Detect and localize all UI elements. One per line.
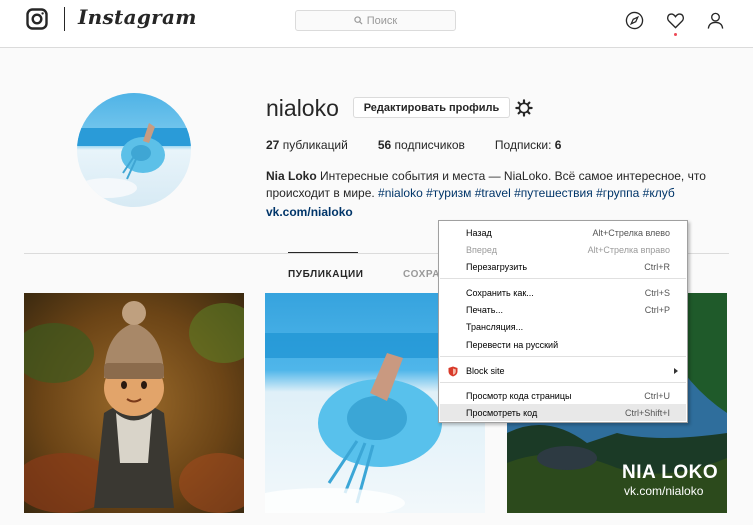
- gear-icon[interactable]: [515, 99, 533, 117]
- hashtag-link[interactable]: #nialoko: [378, 186, 423, 200]
- following-count: 6: [554, 138, 562, 152]
- menu-item-block-site[interactable]: Block site: [440, 362, 686, 379]
- profile-username: nialoko: [266, 95, 339, 121]
- hashtag-link[interactable]: #туризм: [426, 186, 471, 200]
- menu-item-shortcut: Ctrl+S: [644, 287, 670, 298]
- menu-item-save-as[interactable]: Сохранить как... Ctrl+S: [440, 284, 686, 301]
- tab-active-indicator: [288, 252, 358, 253]
- followers-stat[interactable]: 56 подписчиков: [378, 138, 465, 152]
- menu-item-back[interactable]: Назад Alt+Стрелка влево: [440, 224, 686, 241]
- menu-item-shortcut: Ctrl+P: [644, 304, 670, 315]
- notification-dot: [674, 33, 677, 36]
- search-placeholder: Поиск: [366, 14, 398, 27]
- heart-icon[interactable]: [666, 11, 685, 30]
- hashtag-link[interactable]: #клуб: [643, 186, 675, 200]
- posts-label: публикаций: [282, 138, 348, 152]
- menu-item-cast[interactable]: Трансляция...: [440, 318, 686, 335]
- menu-item-label: Назад: [466, 227, 492, 238]
- menu-item-view-source[interactable]: Просмотр кода страницы Ctrl+U: [440, 387, 686, 404]
- menu-separator: [440, 356, 686, 357]
- menu-item-label: Печать...: [466, 304, 503, 315]
- followers-label: подписчиков: [394, 138, 465, 152]
- hashtag-link[interactable]: #группа: [596, 186, 639, 200]
- menu-item-shortcut: Ctrl+U: [644, 390, 670, 401]
- menu-item-inspect[interactable]: Просмотреть код Ctrl+Shift+I: [440, 404, 686, 421]
- menu-separator: [440, 382, 686, 383]
- instagram-logo-icon[interactable]: [26, 8, 48, 30]
- post-thumbnail-doll[interactable]: [24, 293, 244, 513]
- post-overlay-subtitle: vk.com/nialoko: [624, 484, 704, 498]
- menu-item-translate[interactable]: Перевести на русский: [440, 336, 686, 353]
- menu-item-label: Перевести на русский: [466, 339, 559, 350]
- following-stat[interactable]: Подписки: 6: [495, 138, 562, 152]
- shield-icon: [448, 366, 458, 377]
- user-icon[interactable]: [706, 11, 725, 30]
- followers-count: 56: [377, 138, 392, 152]
- menu-item-label: Block site: [466, 365, 505, 376]
- menu-item-shortcut: Ctrl+Shift+I: [624, 407, 670, 418]
- menu-item-shortcut: Ctrl+R: [644, 261, 670, 272]
- menu-item-label: Сохранить как...: [466, 287, 534, 298]
- menu-separator: [440, 278, 686, 279]
- bio-name: Nia Loko: [266, 169, 317, 183]
- hashtag-link[interactable]: #travel: [475, 186, 511, 200]
- menu-item-reload[interactable]: Перезагрузить Ctrl+R: [440, 258, 686, 275]
- following-label: Подписки:: [494, 138, 552, 152]
- menu-item-label: Вперед: [466, 244, 497, 255]
- compass-icon[interactable]: [625, 11, 644, 30]
- posts-count: 27: [266, 138, 280, 152]
- profile-stats: 27 публикаций 56 подписчиков Подписки: 6: [266, 138, 591, 152]
- menu-item-forward: Вперед Alt+Стрелка вправо: [440, 241, 686, 258]
- avatar[interactable]: [77, 93, 191, 207]
- doll-photo: [24, 293, 244, 513]
- profile-bio: Nia Loko Интересные события и места — Ni…: [266, 168, 706, 202]
- context-menu: Назад Alt+Стрелка влево Вперед Alt+Стрел…: [438, 220, 688, 423]
- menu-item-label: Просмотреть код: [466, 407, 538, 418]
- bio-website-link[interactable]: vk.com/nialoko: [266, 205, 353, 219]
- search-icon: [354, 16, 363, 25]
- instagram-wordmark[interactable]: Instagram: [78, 5, 197, 29]
- top-nav: Instagram Поиск: [0, 0, 753, 48]
- menu-item-label: Перезагрузить: [466, 261, 528, 272]
- search-input[interactable]: Поиск: [295, 10, 456, 31]
- hashtag-link[interactable]: #путешествия: [514, 186, 593, 200]
- menu-item-label: Трансляция...: [466, 321, 524, 332]
- tab-saved[interactable]: СОХРА: [403, 269, 440, 280]
- tab-posts[interactable]: ПУБЛИКАЦИИ: [288, 269, 364, 280]
- menu-item-shortcut: Alt+Стрелка влево: [592, 227, 670, 238]
- avatar-image: [77, 93, 191, 207]
- logo-divider: [64, 7, 65, 31]
- menu-item-shortcut: Alt+Стрелка вправо: [587, 244, 670, 255]
- posts-stat: 27 публикаций: [266, 138, 348, 152]
- menu-item-print[interactable]: Печать... Ctrl+P: [440, 301, 686, 318]
- submenu-arrow-icon: [674, 367, 678, 374]
- post-overlay-title: NIA LOKO: [622, 462, 719, 483]
- edit-profile-button[interactable]: Редактировать профиль: [353, 97, 510, 118]
- menu-item-label: Просмотр кода страницы: [466, 390, 572, 401]
